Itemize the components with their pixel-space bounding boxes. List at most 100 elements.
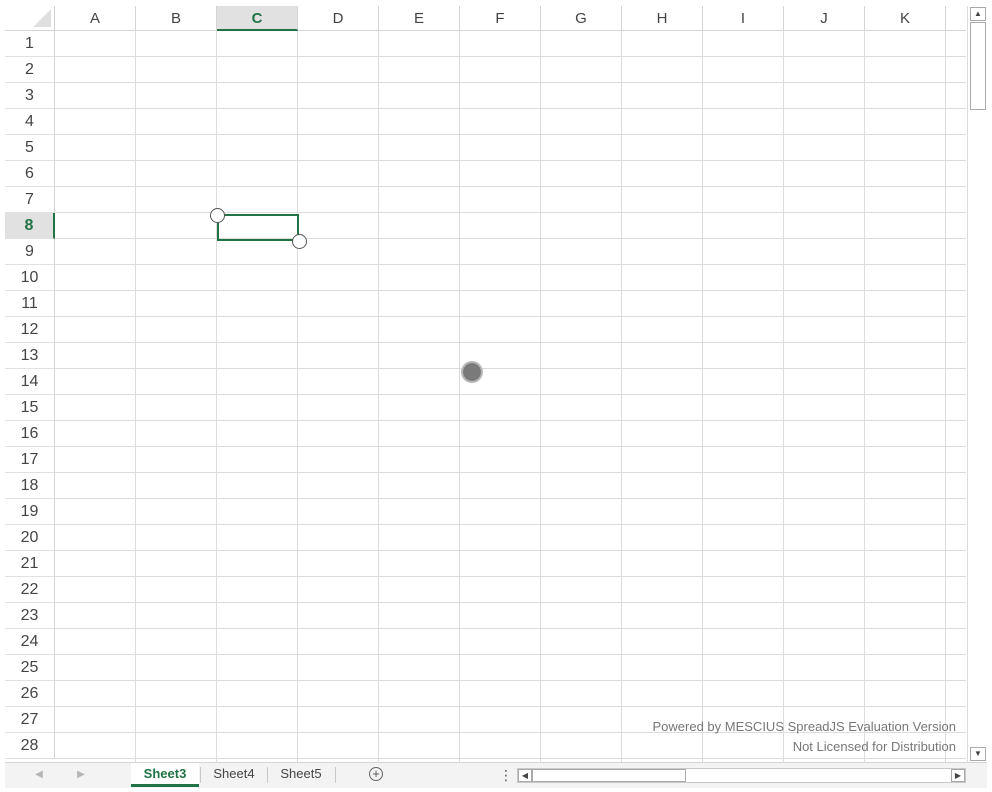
row-header-6[interactable]: 6 (5, 161, 55, 187)
row-gridline (55, 342, 966, 343)
column-header-e[interactable]: E (379, 6, 460, 31)
row-gridline (55, 472, 966, 473)
row-gridline (55, 654, 966, 655)
column-header-c[interactable]: C (217, 6, 298, 31)
row-header-19[interactable]: 19 (5, 499, 55, 525)
row-header-11[interactable]: 11 (5, 291, 55, 317)
column-header-d[interactable]: D (298, 6, 379, 31)
row-header-2[interactable]: 2 (5, 57, 55, 83)
column-gridline (945, 31, 946, 762)
scroll-right-icon[interactable]: ▶ (951, 769, 965, 782)
horizontal-scroll-thumb[interactable] (532, 769, 686, 782)
column-gridline (783, 31, 784, 762)
row-header-21[interactable]: 21 (5, 551, 55, 577)
row-header-17[interactable]: 17 (5, 447, 55, 473)
column-gridline (135, 31, 136, 762)
row-gridline (55, 394, 966, 395)
row-header-8[interactable]: 8 (5, 213, 55, 239)
row-header-26[interactable]: 26 (5, 681, 55, 707)
column-header-a[interactable]: A (55, 6, 136, 31)
scroll-down-icon[interactable]: ▼ (970, 747, 986, 761)
column-header-partial[interactable] (946, 6, 966, 31)
nav-right-icon[interactable]: ▶ (73, 767, 89, 783)
sheet-tab-bar: ◀ ▶ Sheet3 Sheet4 Sheet5 + ⋮ ◀ ▶ (5, 762, 987, 788)
row-header-20[interactable]: 20 (5, 525, 55, 551)
column-gridline (621, 31, 622, 762)
row-header-13[interactable]: 13 (5, 343, 55, 369)
selection-handle-top-left[interactable] (210, 208, 225, 223)
column-header-i[interactable]: I (703, 6, 784, 31)
row-header-23[interactable]: 23 (5, 603, 55, 629)
nav-left-icon[interactable]: ◀ (31, 767, 47, 783)
row-header-22[interactable]: 22 (5, 577, 55, 603)
select-all-triangle-icon (33, 9, 51, 27)
spreadsheet-app: ABCDEFGHIJK 1 2 3 4 5 6 7 8 9 10 11 12 13 14 15 16 17 18 1… (0, 0, 992, 792)
row-gridline (55, 498, 966, 499)
row-gridline (55, 758, 966, 759)
row-header-1[interactable]: 1 (5, 31, 55, 57)
column-header-b[interactable]: B (136, 6, 217, 31)
vertical-ellipsis-icon[interactable]: ⋮ (499, 766, 513, 784)
column-header-g[interactable]: G (541, 6, 622, 31)
row-header-4[interactable]: 4 (5, 109, 55, 135)
row-gridline (55, 524, 966, 525)
column-gridline (378, 31, 379, 762)
tab-separator (335, 767, 336, 783)
row-gridline (55, 82, 966, 83)
row-header-7[interactable]: 7 (5, 187, 55, 213)
row-gridline (55, 628, 966, 629)
row-gridline (55, 368, 966, 369)
vertical-scroll-thumb[interactable] (970, 22, 986, 110)
row-header-3[interactable]: 3 (5, 83, 55, 109)
row-gridline (55, 706, 966, 707)
selection-handle-bottom-right[interactable] (292, 234, 307, 249)
vertical-scrollbar[interactable]: ▲ ▼ (967, 6, 987, 762)
watermark-line-2: Not Licensed for Distribution (792, 739, 956, 754)
sheet-tab-sheet4[interactable]: Sheet4 (201, 763, 267, 787)
spreadsheet-grid[interactable]: ABCDEFGHIJK 1 2 3 4 5 6 7 8 9 10 11 12 13 14 15 16 17 18 1… (5, 6, 966, 762)
plus-circle-icon[interactable]: + (369, 767, 383, 781)
column-header-f[interactable]: F (460, 6, 541, 31)
column-header-k[interactable]: K (865, 6, 946, 31)
row-header-5[interactable]: 5 (5, 135, 55, 161)
row-gridline (55, 576, 966, 577)
horizontal-scrollbar[interactable]: ◀ ▶ (517, 768, 966, 783)
row-header-18[interactable]: 18 (5, 473, 55, 499)
row-gridline (55, 186, 966, 187)
row-header-24[interactable]: 24 (5, 629, 55, 655)
watermark-line-1: Powered by MESCIUS SpreadJS Evaluation V… (652, 719, 957, 734)
row-gridline (55, 290, 966, 291)
row-gridline (55, 550, 966, 551)
row-gridline (55, 316, 966, 317)
column-gridline (459, 31, 460, 762)
scroll-left-icon[interactable]: ◀ (518, 769, 532, 782)
select-all-corner[interactable] (5, 6, 55, 31)
row-gridline (55, 602, 966, 603)
row-header-28[interactable]: 28 (5, 733, 55, 759)
selected-cell-c8[interactable] (217, 214, 299, 241)
column-gridline (702, 31, 703, 762)
row-gridline (55, 446, 966, 447)
row-header-25[interactable]: 25 (5, 655, 55, 681)
column-gridline (864, 31, 865, 762)
column-header-j[interactable]: J (784, 6, 865, 31)
row-gridline (55, 108, 966, 109)
row-header-14[interactable]: 14 (5, 369, 55, 395)
touch-cursor-indicator (461, 361, 483, 383)
row-header-16[interactable]: 16 (5, 421, 55, 447)
column-gridline (297, 31, 298, 762)
column-header-h[interactable]: H (622, 6, 703, 31)
scroll-up-icon[interactable]: ▲ (970, 7, 986, 21)
sheet-tab-sheet3[interactable]: Sheet3 (131, 763, 199, 787)
row-gridline (55, 56, 966, 57)
row-gridline (55, 212, 966, 213)
row-header-10[interactable]: 10 (5, 265, 55, 291)
row-header-27[interactable]: 27 (5, 707, 55, 733)
row-gridline (55, 238, 966, 239)
row-header-12[interactable]: 12 (5, 317, 55, 343)
row-header-15[interactable]: 15 (5, 395, 55, 421)
sheet-tab-sheet5[interactable]: Sheet5 (268, 763, 334, 787)
row-gridline (55, 264, 966, 265)
column-gridline (216, 31, 217, 762)
row-header-9[interactable]: 9 (5, 239, 55, 265)
